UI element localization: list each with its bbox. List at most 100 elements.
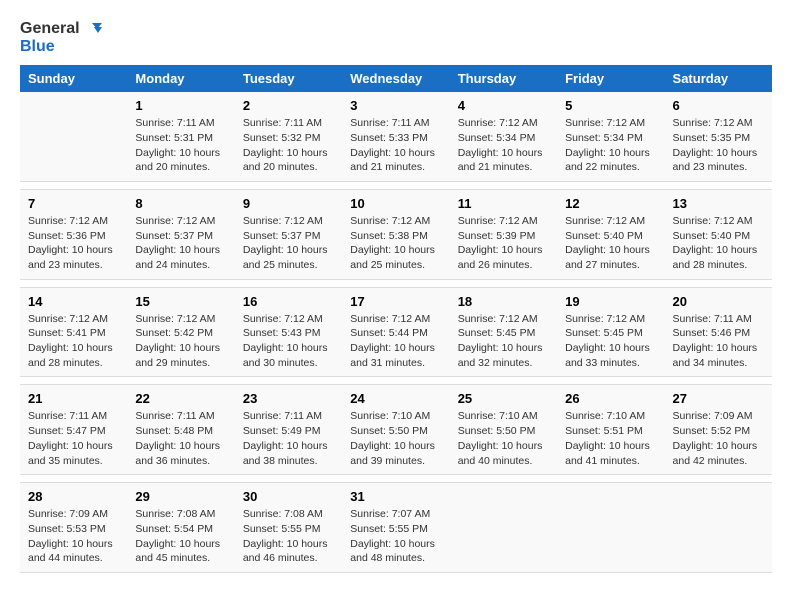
day-number: 19 xyxy=(565,294,656,309)
day-number: 8 xyxy=(135,196,226,211)
day-cell xyxy=(557,483,664,573)
day-cell: 6 Sunrise: 7:12 AMSunset: 5:35 PMDaylight… xyxy=(665,92,772,181)
column-headers: SundayMondayTuesdayWednesdayThursdayFrid… xyxy=(20,65,772,92)
day-info: Sunrise: 7:07 AMSunset: 5:55 PMDaylight:… xyxy=(350,507,441,566)
logo-bird-icon xyxy=(82,21,102,37)
week-row-2: 7 Sunrise: 7:12 AMSunset: 5:36 PMDaylight… xyxy=(20,189,772,279)
week-row-1: 1 Sunrise: 7:11 AMSunset: 5:31 PMDaylight… xyxy=(20,92,772,181)
day-info: Sunrise: 7:12 AMSunset: 5:42 PMDaylight:… xyxy=(135,312,226,371)
day-number: 31 xyxy=(350,489,441,504)
day-info: Sunrise: 7:12 AMSunset: 5:35 PMDaylight:… xyxy=(673,116,764,175)
day-info: Sunrise: 7:10 AMSunset: 5:50 PMDaylight:… xyxy=(350,409,441,468)
day-cell: 7 Sunrise: 7:12 AMSunset: 5:36 PMDaylight… xyxy=(20,189,127,279)
day-info: Sunrise: 7:11 AMSunset: 5:31 PMDaylight:… xyxy=(135,116,226,175)
col-header-friday: Friday xyxy=(557,65,664,92)
day-info: Sunrise: 7:09 AMSunset: 5:53 PMDaylight:… xyxy=(28,507,119,566)
day-cell: 29 Sunrise: 7:08 AMSunset: 5:54 PMDayligh… xyxy=(127,483,234,573)
day-info: Sunrise: 7:10 AMSunset: 5:51 PMDaylight:… xyxy=(565,409,656,468)
day-info: Sunrise: 7:12 AMSunset: 5:44 PMDaylight:… xyxy=(350,312,441,371)
calendar-table: SundayMondayTuesdayWednesdayThursdayFrid… xyxy=(20,65,772,573)
day-info: Sunrise: 7:11 AMSunset: 5:46 PMDaylight:… xyxy=(673,312,764,371)
day-info: Sunrise: 7:08 AMSunset: 5:54 PMDaylight:… xyxy=(135,507,226,566)
week-separator xyxy=(20,377,772,385)
day-cell: 18 Sunrise: 7:12 AMSunset: 5:45 PMDayligh… xyxy=(450,287,557,377)
day-cell: 30 Sunrise: 7:08 AMSunset: 5:55 PMDayligh… xyxy=(235,483,342,573)
day-info: Sunrise: 7:11 AMSunset: 5:49 PMDaylight:… xyxy=(243,409,334,468)
day-info: Sunrise: 7:12 AMSunset: 5:45 PMDaylight:… xyxy=(458,312,549,371)
day-number: 4 xyxy=(458,98,549,113)
day-info: Sunrise: 7:12 AMSunset: 5:39 PMDaylight:… xyxy=(458,214,549,273)
day-cell: 13Sunrise: 7:12 AMSunset: 5:40 PMDayligh… xyxy=(665,189,772,279)
day-cell: 23 Sunrise: 7:11 AMSunset: 5:49 PMDayligh… xyxy=(235,385,342,475)
day-number: 20 xyxy=(673,294,764,309)
day-info: Sunrise: 7:11 AMSunset: 5:33 PMDaylight:… xyxy=(350,116,441,175)
day-number: 9 xyxy=(243,196,334,211)
day-cell: 15 Sunrise: 7:12 AMSunset: 5:42 PMDayligh… xyxy=(127,287,234,377)
logo-container: General Blue xyxy=(20,20,102,55)
day-cell: 2 Sunrise: 7:11 AMSunset: 5:32 PMDaylight… xyxy=(235,92,342,181)
day-number: 11 xyxy=(458,196,549,211)
day-cell: 11 Sunrise: 7:12 AMSunset: 5:39 PMDayligh… xyxy=(450,189,557,279)
day-number: 29 xyxy=(135,489,226,504)
day-info: Sunrise: 7:12 AMSunset: 5:34 PMDaylight:… xyxy=(458,116,549,175)
day-info: Sunrise: 7:11 AMSunset: 5:48 PMDaylight:… xyxy=(135,409,226,468)
day-number: 27 xyxy=(673,391,764,406)
col-header-sunday: Sunday xyxy=(20,65,127,92)
day-cell: 5Sunrise: 7:12 AMSunset: 5:34 PMDaylight… xyxy=(557,92,664,181)
day-cell: 25 Sunrise: 7:10 AMSunset: 5:50 PMDayligh… xyxy=(450,385,557,475)
day-number: 25 xyxy=(458,391,549,406)
day-number: 1 xyxy=(135,98,226,113)
day-number: 24 xyxy=(350,391,441,406)
day-number: 15 xyxy=(135,294,226,309)
day-cell: 20 Sunrise: 7:11 AMSunset: 5:46 PMDayligh… xyxy=(665,287,772,377)
col-header-monday: Monday xyxy=(127,65,234,92)
day-cell: 8 Sunrise: 7:12 AMSunset: 5:37 PMDaylight… xyxy=(127,189,234,279)
day-info: Sunrise: 7:12 AMSunset: 5:45 PMDaylight:… xyxy=(565,312,656,371)
week-separator xyxy=(20,279,772,287)
day-info: Sunrise: 7:12 AMSunset: 5:37 PMDaylight:… xyxy=(135,214,226,273)
day-info: Sunrise: 7:12 AMSunset: 5:37 PMDaylight:… xyxy=(243,214,334,273)
day-number: 5 xyxy=(565,98,656,113)
day-number: 18 xyxy=(458,294,549,309)
day-number: 2 xyxy=(243,98,334,113)
col-header-thursday: Thursday xyxy=(450,65,557,92)
day-cell: 3 Sunrise: 7:11 AMSunset: 5:33 PMDaylight… xyxy=(342,92,449,181)
day-cell: 28Sunrise: 7:09 AMSunset: 5:53 PMDayligh… xyxy=(20,483,127,573)
week-row-3: 14Sunrise: 7:12 AMSunset: 5:41 PMDayligh… xyxy=(20,287,772,377)
col-header-tuesday: Tuesday xyxy=(235,65,342,92)
day-info: Sunrise: 7:11 AMSunset: 5:47 PMDaylight:… xyxy=(28,409,119,468)
day-number: 14 xyxy=(28,294,119,309)
day-number: 16 xyxy=(243,294,334,309)
day-info: Sunrise: 7:12 AMSunset: 5:43 PMDaylight:… xyxy=(243,312,334,371)
day-number: 10 xyxy=(350,196,441,211)
separator-cell xyxy=(20,279,772,287)
day-number: 6 xyxy=(673,98,764,113)
day-info: Sunrise: 7:10 AMSunset: 5:50 PMDaylight:… xyxy=(458,409,549,468)
day-number: 3 xyxy=(350,98,441,113)
day-cell: 27Sunrise: 7:09 AMSunset: 5:52 PMDayligh… xyxy=(665,385,772,475)
separator-cell xyxy=(20,475,772,483)
day-number: 12 xyxy=(565,196,656,211)
day-cell: 21Sunrise: 7:11 AMSunset: 5:47 PMDayligh… xyxy=(20,385,127,475)
day-cell: 26Sunrise: 7:10 AMSunset: 5:51 PMDayligh… xyxy=(557,385,664,475)
logo: General Blue xyxy=(20,20,102,55)
day-cell: 19 Sunrise: 7:12 AMSunset: 5:45 PMDayligh… xyxy=(557,287,664,377)
day-number: 30 xyxy=(243,489,334,504)
day-info: Sunrise: 7:08 AMSunset: 5:55 PMDaylight:… xyxy=(243,507,334,566)
header: General Blue xyxy=(20,20,772,55)
day-number: 23 xyxy=(243,391,334,406)
day-info: Sunrise: 7:12 AMSunset: 5:36 PMDaylight:… xyxy=(28,214,119,273)
day-number: 13 xyxy=(673,196,764,211)
col-header-saturday: Saturday xyxy=(665,65,772,92)
day-cell xyxy=(665,483,772,573)
day-cell: 12Sunrise: 7:12 AMSunset: 5:40 PMDayligh… xyxy=(557,189,664,279)
day-cell xyxy=(450,483,557,573)
week-row-5: 28Sunrise: 7:09 AMSunset: 5:53 PMDayligh… xyxy=(20,483,772,573)
day-cell: 24 Sunrise: 7:10 AMSunset: 5:50 PMDayligh… xyxy=(342,385,449,475)
logo-blue-text: Blue xyxy=(20,38,55,56)
separator-cell xyxy=(20,377,772,385)
day-number: 7 xyxy=(28,196,119,211)
day-cell: 9 Sunrise: 7:12 AMSunset: 5:37 PMDaylight… xyxy=(235,189,342,279)
day-cell: 22Sunrise: 7:11 AMSunset: 5:48 PMDayligh… xyxy=(127,385,234,475)
day-info: Sunrise: 7:11 AMSunset: 5:32 PMDaylight:… xyxy=(243,116,334,175)
